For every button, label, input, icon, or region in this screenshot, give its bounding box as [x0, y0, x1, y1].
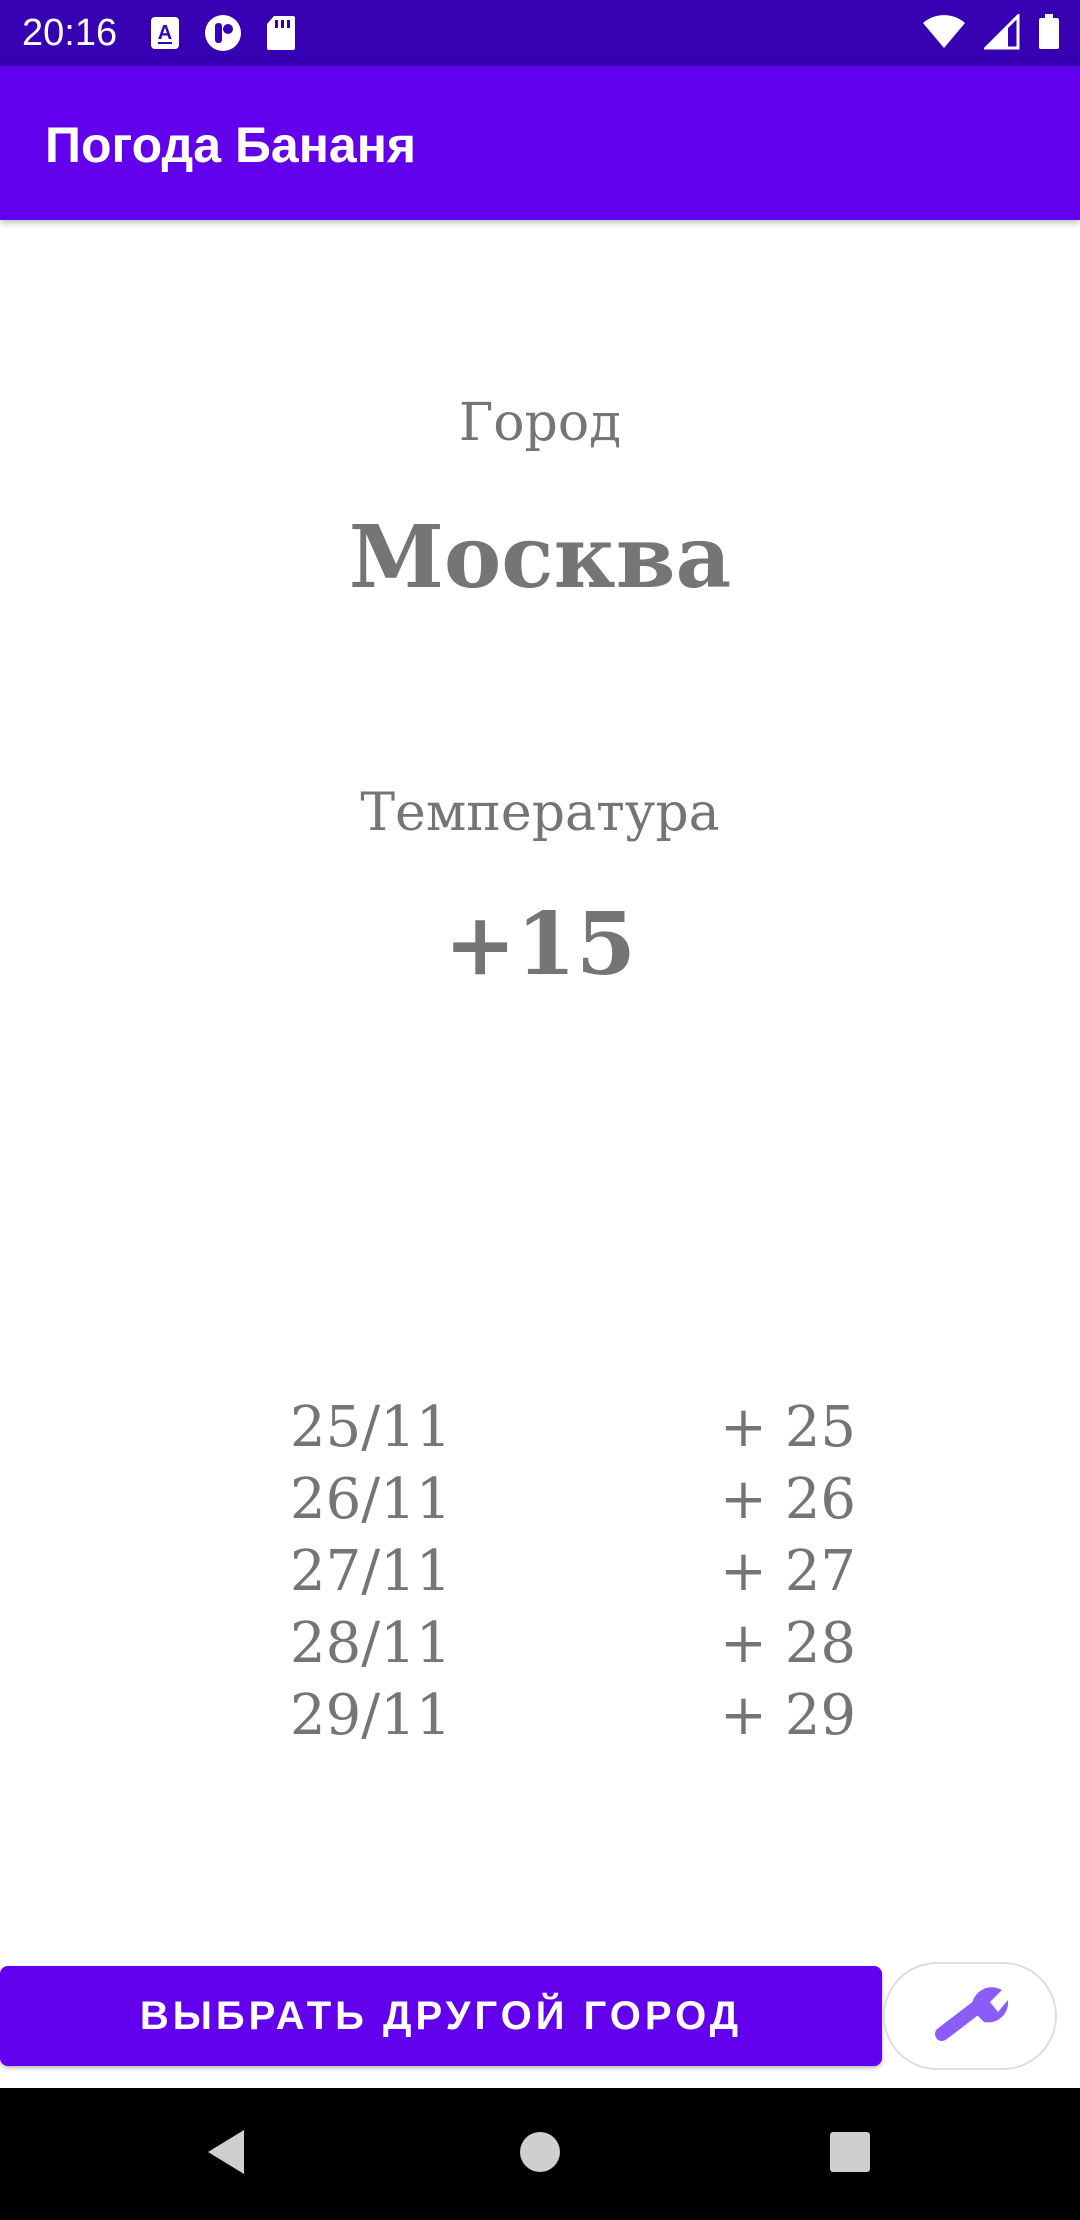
temperature-label: Температура [360, 783, 720, 843]
wrench-icon [928, 1982, 1012, 2051]
status-icons-right [922, 14, 1060, 50]
forecast-row: 26/11 + 26 [0, 1464, 1080, 1536]
forecast-date: 27/11 [290, 1539, 452, 1604]
forecast-temp: + 29 [720, 1683, 856, 1748]
city-label: Город [458, 393, 622, 453]
forecast-temp: + 26 [720, 1467, 856, 1532]
forecast-list: 25/11 + 25 26/11 + 26 27/11 + 27 28/11 +… [0, 1392, 1080, 1752]
forecast-row: 28/11 + 28 [0, 1608, 1080, 1680]
sd-card-icon [266, 15, 296, 51]
forecast-temp: + 27 [720, 1539, 856, 1604]
status-time: 20:16 [22, 12, 118, 54]
forecast-date: 26/11 [290, 1467, 452, 1532]
city-name: Москва [348, 507, 732, 608]
back-icon [204, 2128, 248, 2181]
forecast-temp: + 25 [720, 1395, 856, 1460]
forecast-date: 28/11 [290, 1611, 452, 1676]
toggle-icon [204, 14, 242, 52]
keyboard-a-icon: A [150, 16, 180, 50]
app-title: Погода Бананя [45, 117, 417, 173]
wifi-icon [922, 14, 966, 50]
back-button[interactable] [166, 2088, 286, 2220]
navigation-bar [0, 2088, 1080, 2220]
recents-icon [829, 2131, 871, 2178]
choose-city-button[interactable]: ВЫБРАТЬ ДРУГОЙ ГОРОД [0, 1966, 882, 2066]
forecast-row: 27/11 + 27 [0, 1536, 1080, 1608]
app-bar: Погода Бананя [0, 66, 1080, 220]
forecast-date: 25/11 [290, 1395, 452, 1460]
settings-button[interactable] [883, 1962, 1057, 2070]
home-icon [518, 2130, 562, 2179]
forecast-row: 29/11 + 29 [0, 1680, 1080, 1752]
forecast-temp: + 28 [720, 1611, 856, 1676]
status-bar: 20:16 A [0, 0, 1080, 66]
battery-icon [1038, 14, 1060, 50]
signal-icon [984, 14, 1020, 50]
svg-text:A: A [158, 22, 172, 44]
recents-button[interactable] [790, 2088, 910, 2220]
status-icons-left: A [150, 14, 296, 52]
temperature-value: +15 [444, 894, 636, 995]
forecast-row: 25/11 + 25 [0, 1392, 1080, 1464]
home-button[interactable] [480, 2088, 600, 2220]
forecast-date: 29/11 [290, 1683, 452, 1748]
